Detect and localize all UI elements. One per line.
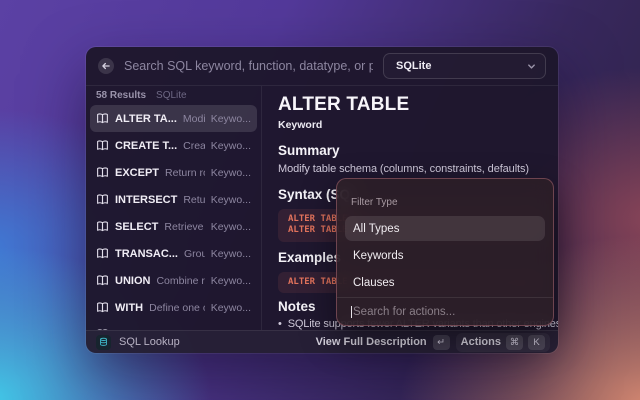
database-icon [99,337,108,347]
item-accessory: Keywo... [211,302,251,314]
list-item-create-table[interactable]: CREATE T... Create a... Keywo... [90,132,257,159]
item-subtitle: Define one or m... [149,302,205,314]
item-subtitle: Modify ta... [183,113,205,125]
engine-select[interactable]: SQLite [383,53,546,79]
action-search-row [337,298,553,325]
footer-bar: SQL Lookup View Full Description ↵ Actio… [86,330,558,353]
option-clauses[interactable]: Clauses [345,270,545,295]
item-subtitle: Retrieve colu... [164,221,204,233]
cmd-key-badge: ⌘ [506,335,523,350]
item-title: UNION [115,275,150,287]
item-title: TRANSAC... [115,248,178,260]
item-title: ALTER TA... [115,113,177,125]
app-name: SQL Lookup [119,336,180,348]
option-label: Keywords [353,250,404,262]
item-subtitle: Group st... [184,248,205,260]
summary-text: Modify table schema (columns, constraint… [278,163,542,177]
results-panel: 58 Results SQLite ALTER TA... Modify ta.… [86,86,262,330]
book-icon [96,220,109,233]
text-cursor [351,306,352,318]
item-accessory: Keywo... [211,113,251,125]
option-all-types[interactable]: All Types [345,216,545,241]
filter-type-label: Filter Type [351,197,539,209]
summary-heading: Summary [278,143,542,159]
book-icon [96,193,109,206]
option-label: All Types [353,223,399,235]
list-item-alter-table[interactable]: ALTER TA... Modify ta... Keywo... [90,105,257,132]
book-icon [96,112,109,125]
item-title: EXCEPT [115,167,159,179]
list-item-with[interactable]: WITH Define one or m... Keywo... [90,294,257,321]
book-icon [96,166,109,179]
filter-options: All Types Keywords Clauses [345,216,545,295]
chevron-down-icon [527,62,536,71]
view-full-description-button[interactable]: View Full Description ↵ [316,335,450,350]
item-accessory: Keywo... [211,248,251,260]
list-item-union[interactable]: UNION Combine resul... Keywo... [90,267,257,294]
app-icon [96,335,111,350]
list-item-intersect[interactable]: INTERSECT Return ro... Keywo... [90,186,257,213]
item-subtitle: Return ro... [183,194,204,206]
item-title: CREATE T... [115,140,177,152]
book-icon [96,274,109,287]
actions-label: Actions [461,336,501,348]
bullet-point: • [278,318,282,330]
option-label: Clauses [353,277,395,289]
view-full-description-label: View Full Description [316,336,427,348]
enter-key-badge: ↵ [433,335,450,350]
footer-actions: View Full Description ↵ Actions ⌘ K [316,333,550,352]
book-icon [96,139,109,152]
item-accessory: Keywo... [211,194,251,206]
item-title: WITH [115,302,143,314]
item-subtitle: Combine resul... [156,275,204,287]
item-subtitle: Return rows f... [165,167,205,179]
item-subtitle: Create a... [183,140,205,152]
item-accessory: Keywo... [211,167,251,179]
filter-type-dropdown: Filter Type All Types Keywords Clauses [336,178,554,326]
detail-title: ALTER TABLE [278,94,542,116]
action-search-input[interactable] [353,306,539,318]
detail-type-label: Keyword [278,119,542,131]
book-icon [96,247,109,260]
list-item-select[interactable]: SELECT Retrieve colu... Keywo... [90,213,257,240]
book-icon [96,301,109,314]
list-item-transaction[interactable]: TRANSAC... Group st... Keywo... [90,240,257,267]
item-accessory: Keywo... [211,275,251,287]
search-bar: SQLite [86,47,558,86]
back-button[interactable] [98,58,114,74]
option-keywords[interactable]: Keywords [345,243,545,268]
list-item-with-recursive[interactable]: WITH REC... Build rec... Keywo... [90,321,257,330]
item-title: INTERSECT [115,194,177,206]
k-key-badge: K [528,335,545,350]
item-title: SELECT [115,221,158,233]
item-accessory: Keywo... [211,140,251,152]
engine-select-value: SQLite [396,60,431,72]
results-count: 58 Results [96,90,146,101]
arrow-left-icon [101,61,111,71]
results-scope: SQLite [156,90,187,101]
results-header: 58 Results SQLite [96,90,253,101]
search-input[interactable] [124,59,373,73]
item-accessory: Keywo... [211,221,251,233]
list-item-except[interactable]: EXCEPT Return rows f... Keywo... [90,159,257,186]
actions-button[interactable]: Actions ⌘ K [456,333,550,352]
